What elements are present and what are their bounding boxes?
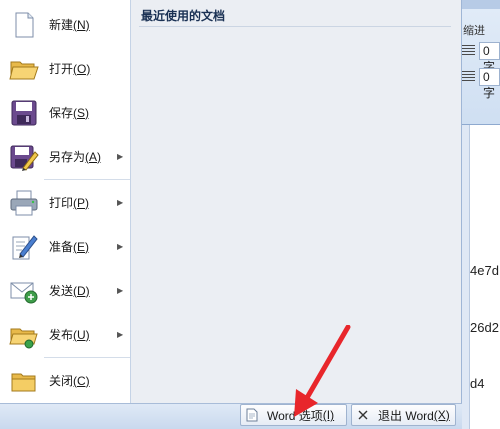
menu-item-open-mnemonic: (O) (73, 61, 91, 76)
close-folder-icon (11, 373, 36, 392)
menu-item-new[interactable]: 新建(N) (0, 2, 131, 46)
menu-item-new-label: 新建 (49, 17, 74, 32)
menu-item-save-mnemonic: (S) (73, 105, 90, 120)
menu-item-save[interactable]: 保存(S) (0, 90, 131, 134)
menu-item-print-label: 打印 (49, 195, 74, 210)
menu-item-close-mnemonic: (C) (73, 373, 90, 388)
publish-submenu-arrow-icon: ▶ (117, 329, 124, 339)
doc-text-line-3: d4 (470, 376, 485, 391)
office-button-menu: 新建(N) 打开(O) 保存(S) 另存为(A) ▶ 打印(P) ▶ 准备(E)… (0, 0, 462, 405)
spacing-after-control[interactable]: 0 字 (461, 68, 500, 100)
menu-item-send-mnemonic: (D) (73, 283, 90, 298)
menu-item-save-as-label: 另存为 (49, 149, 86, 164)
recent-documents-title: 最近使用的文档 (141, 9, 226, 23)
save-floppy-icon (11, 100, 37, 126)
menu-item-prepare-label: 准备 (49, 239, 74, 254)
publish-folder-icon (9, 328, 38, 349)
exit-word-label: 退出 Word (378, 408, 434, 423)
printer-icon (10, 190, 38, 216)
word-options-icon (246, 408, 258, 422)
prepare-submenu-arrow-icon: ▶ (117, 241, 124, 251)
send-mail-icon (10, 282, 38, 304)
menu-item-open[interactable]: 打开(O) (0, 46, 131, 90)
menu-item-send[interactable]: 发送(D) ▶ (0, 268, 131, 312)
save-as-icon (10, 145, 39, 171)
menu-item-save-label: 保存 (49, 105, 74, 120)
menu-item-save-as[interactable]: 另存为(A) ▶ (0, 134, 131, 178)
menu-item-publish-mnemonic: (U) (73, 327, 90, 342)
doc-text-line-1: 4e7d (470, 263, 499, 278)
save-as-submenu-arrow-icon: ▶ (117, 151, 124, 161)
menu-item-publish[interactable]: 发布(U) ▶ (0, 312, 131, 356)
ribbon-indent-label: 缩进 (463, 25, 485, 37)
menu-item-close-label: 关闭 (49, 373, 74, 388)
print-submenu-arrow-icon: ▶ (117, 197, 124, 207)
recent-documents-divider (139, 26, 451, 27)
doc-text-line-2: 26d2 (470, 320, 499, 335)
spacing-after-input[interactable]: 0 字 (479, 68, 500, 100)
red-pointer-arrow-icon (294, 325, 351, 417)
menu-item-close[interactable]: 关闭(C) (0, 358, 131, 402)
ribbon-group-title (462, 0, 500, 9)
menu-item-open-label: 打开 (49, 61, 74, 76)
open-folder-icon (9, 61, 39, 80)
send-submenu-arrow-icon: ▶ (117, 285, 124, 295)
exit-word-mnemonic: (X) (433, 408, 450, 422)
vertical-ruler (462, 125, 470, 429)
prepare-document-icon (12, 235, 38, 260)
new-document-icon (15, 12, 34, 38)
spacing-before-icon (461, 45, 475, 57)
menu-item-print-mnemonic: (P) (73, 195, 90, 210)
menu-item-prepare[interactable]: 准备(E) ▶ (0, 224, 131, 268)
exit-word-button[interactable]: 退出 Word (X) (351, 404, 456, 426)
menu-item-prepare-mnemonic: (E) (73, 239, 90, 254)
spacing-before-control[interactable]: 0 字 (461, 42, 500, 74)
spacing-before-input[interactable]: 0 字 (479, 42, 500, 74)
menu-item-print[interactable]: 打印(P) ▶ (0, 180, 131, 224)
menu-item-publish-label: 发布 (49, 327, 74, 342)
menu-item-new-mnemonic: (N) (73, 17, 90, 32)
file-commands-column: 新建(N) 打开(O) 保存(S) 另存为(A) ▶ 打印(P) ▶ 准备(E)… (0, 0, 131, 403)
menu-item-send-label: 发送 (49, 283, 74, 298)
spacing-after-icon (461, 71, 475, 83)
menu-item-save-as-mnemonic: (A) (85, 149, 102, 164)
